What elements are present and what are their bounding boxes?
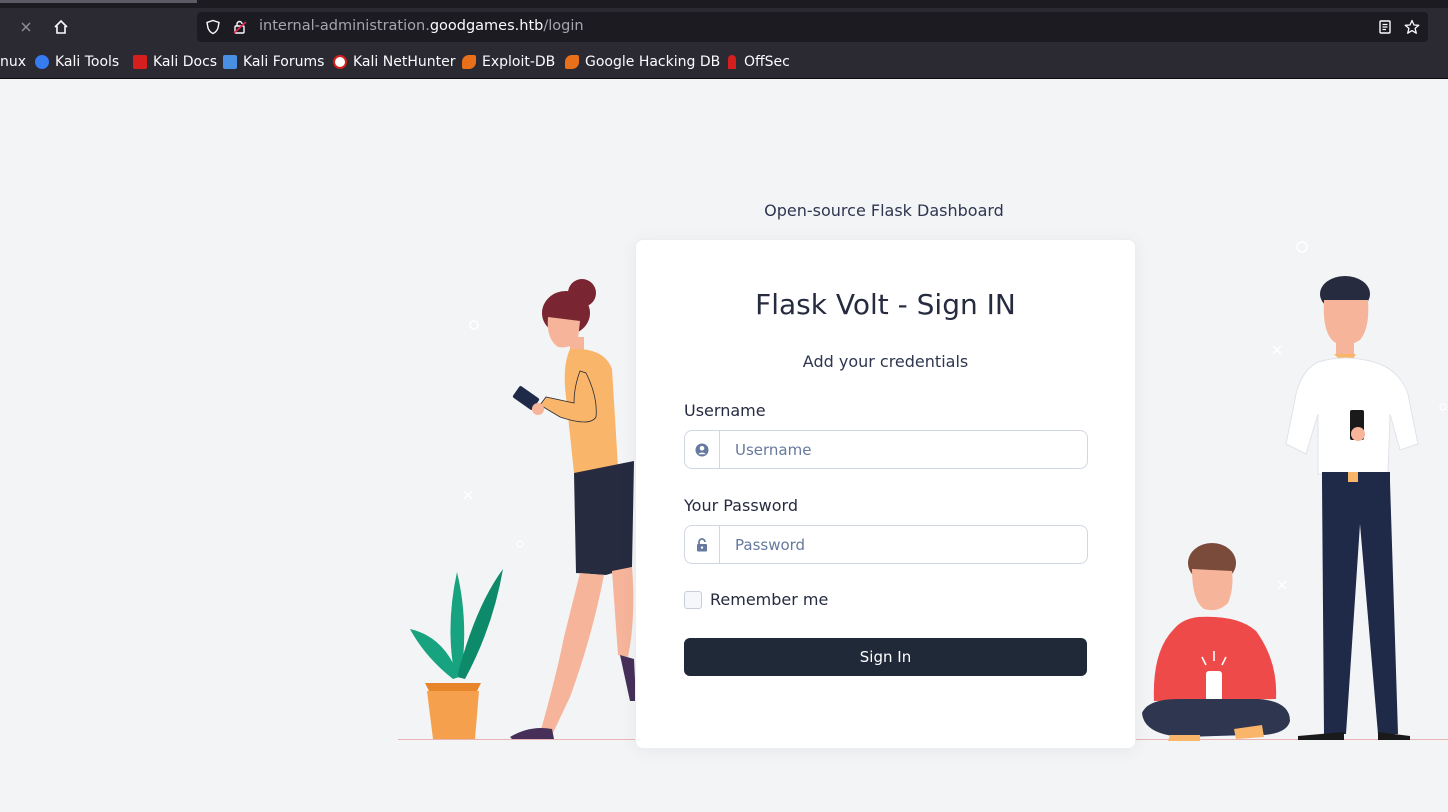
potted-plant-illustration (410, 569, 503, 739)
bookmark-exploit-db[interactable]: Exploit-DB (462, 53, 555, 71)
username-input-group (684, 430, 1088, 469)
sign-in-button[interactable]: Sign In (684, 638, 1087, 676)
username-label: Username (684, 401, 766, 420)
page-subtitle: Open-source Flask Dashboard (764, 201, 1004, 220)
bookmark-label: Google Hacking DB (585, 54, 721, 70)
password-label: Your Password (684, 496, 798, 515)
bookmark-label: Kali Forums (243, 54, 325, 70)
bookmark-kali-nethunter[interactable]: Kali NetHunter (333, 53, 455, 71)
url-text[interactable]: internal-administration.goodgames.htb/lo… (259, 18, 584, 34)
bookmark-label: Kali NetHunter (353, 54, 456, 70)
woman-with-phone-illustration (510, 279, 636, 739)
sitting-man-illustration (1142, 543, 1290, 741)
bookmark-label: Kali Tools (55, 54, 120, 70)
insecure-lock-icon[interactable] (231, 18, 249, 36)
card-title: Flask Volt - Sign IN (755, 288, 1016, 321)
bookmark-kali-forums[interactable]: Kali Forums (223, 53, 324, 71)
bookmark-offsec[interactable]: OffSec (725, 53, 790, 71)
login-page: Open-source Flask Dashboard Flask Volt -… (0, 79, 1448, 812)
username-input[interactable] (721, 431, 1081, 468)
bookmark-kali-tools[interactable]: Kali Tools (35, 53, 119, 71)
home-icon[interactable] (47, 14, 75, 40)
offsec-icon (728, 55, 736, 69)
kali-tools-icon (35, 55, 49, 69)
url-path: /login (543, 18, 584, 34)
bookmarks-toolbar: nux Kali Tools Kali Docs Kali Forums Kal… (0, 46, 1448, 79)
kali-forums-icon (223, 55, 237, 69)
standing-man-illustration (1285, 276, 1419, 740)
card-subtitle: Add your credentials (802, 352, 969, 371)
active-tab-indicator (0, 0, 197, 3)
bookmark-label: OffSec (744, 54, 790, 70)
kali-docs-icon (133, 55, 147, 69)
login-card: Flask Volt - Sign IN Add your credential… (635, 239, 1136, 749)
password-input-group (684, 525, 1088, 564)
bookmark-google-hacking-db[interactable]: Google Hacking DB (565, 53, 720, 71)
user-circle-icon (685, 431, 720, 468)
bookmark-star-icon[interactable] (1403, 18, 1421, 36)
password-input[interactable] (721, 526, 1081, 563)
ghdb-icon (565, 55, 579, 69)
url-bar[interactable]: internal-administration.goodgames.htb/lo… (197, 12, 1428, 42)
kali-nethunter-icon (333, 55, 347, 69)
url-host: goodgames.htb (429, 18, 544, 34)
reader-view-icon[interactable] (1376, 18, 1394, 36)
stop-reload-icon[interactable] (12, 14, 40, 40)
bookmark-label: Kali Docs (153, 54, 218, 70)
bookmark-kali-linux[interactable]: nux (0, 53, 26, 71)
bookmark-label: Exploit-DB (482, 54, 556, 70)
bookmark-kali-docs[interactable]: Kali Docs (133, 53, 217, 71)
unlock-icon (685, 526, 720, 563)
remember-me-label[interactable]: Remember me (710, 590, 828, 609)
exploit-db-icon (462, 55, 476, 69)
remember-me-checkbox[interactable] (684, 591, 702, 609)
navigation-toolbar: internal-administration.goodgames.htb/lo… (0, 8, 1448, 46)
url-prefix: internal-administration. (259, 18, 430, 34)
tracking-shield-icon[interactable] (204, 18, 222, 36)
bookmark-label: nux (0, 54, 27, 70)
tab-strip (0, 0, 1448, 8)
